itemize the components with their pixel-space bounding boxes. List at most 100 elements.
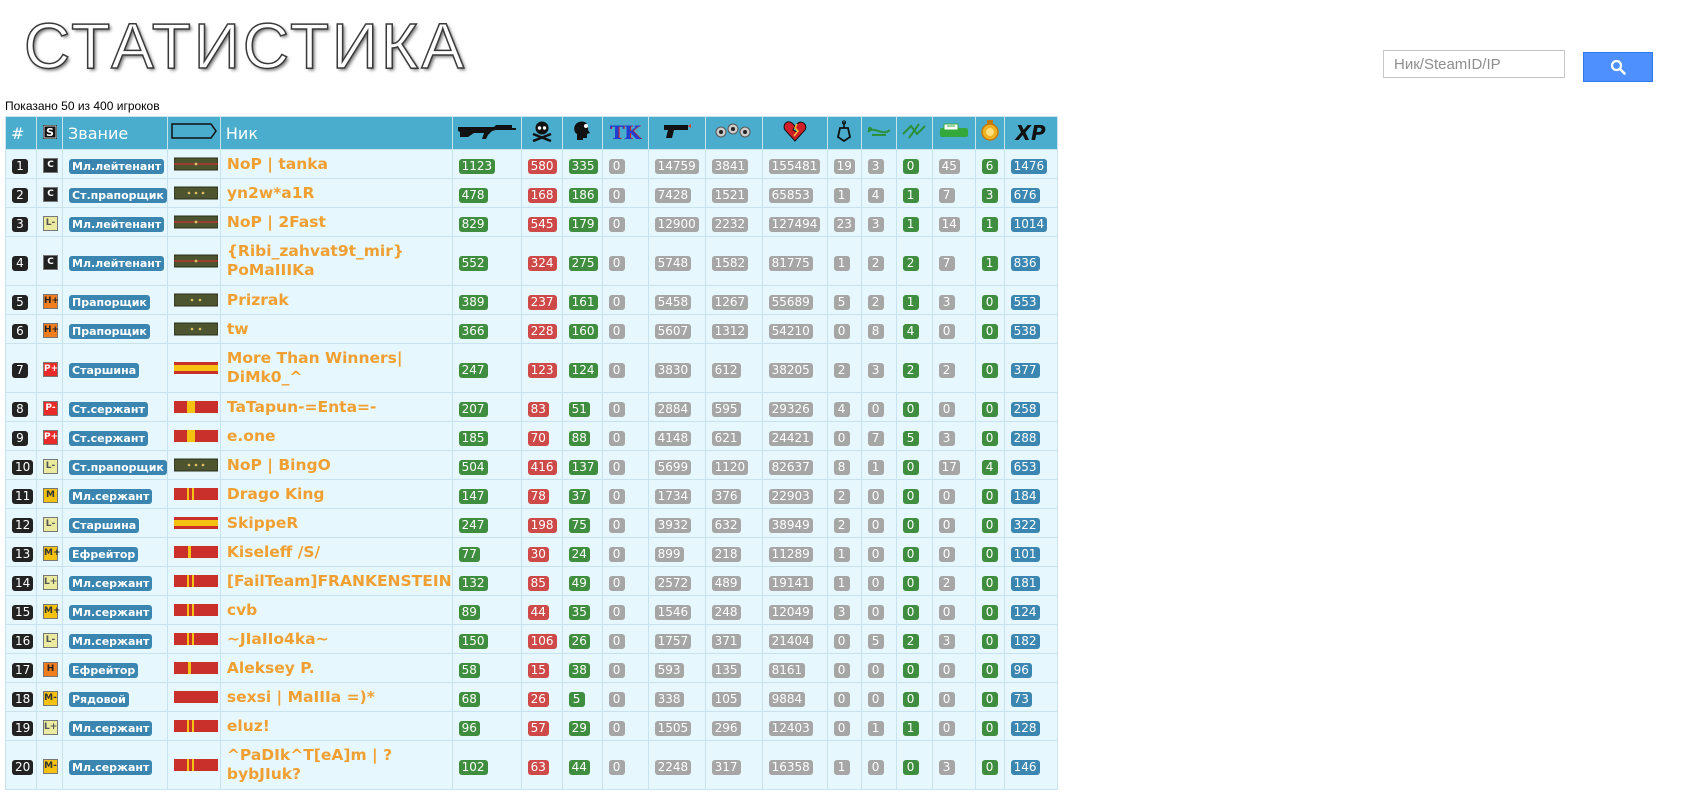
- suicides-badge: 0: [833, 691, 850, 707]
- headshots-badge: 44: [568, 759, 590, 775]
- wins-badge: 0: [981, 401, 998, 417]
- rank-label: Прапорщик: [69, 323, 150, 339]
- table-row[interactable]: 15 M+ Мл.сержант cvb 89 44 35 0 1546 248 12049 3 0 0 0…: [5, 595, 1058, 625]
- cell-num: 10: [5, 450, 37, 480]
- cell-kills: 77: [451, 537, 522, 567]
- bomb-explosions-badge: 45: [938, 158, 960, 174]
- col-header-rank[interactable]: Звание: [62, 116, 168, 150]
- cell-hits: 1521: [704, 178, 763, 208]
- table-row[interactable]: 14 L+ Мл.сержант [FailTeam]FRANKENSTEIN 132 8…: [5, 566, 1058, 596]
- col-header-shots[interactable]: [647, 116, 706, 150]
- player-nick-link[interactable]: TaTapun-=Enta=-: [227, 398, 452, 417]
- col-header-skill[interactable]: S: [36, 116, 63, 150]
- cell-nick: {Ribi_zahvat9t_mir} PoMaIIIKa: [219, 236, 453, 286]
- search-button[interactable]: [1583, 52, 1653, 82]
- shots-badge: 593: [654, 662, 684, 678]
- table-row[interactable]: 19 L+ Мл.сержант eluz! 96 57 29 0 1505 296 12403 0 1…: [5, 711, 1058, 741]
- cell-skill: M-: [36, 740, 63, 790]
- player-nick-link[interactable]: tw: [227, 320, 452, 339]
- cell-kills: 389: [451, 285, 522, 315]
- cell-nick: yn2w*a1R: [219, 178, 453, 208]
- player-nick-link[interactable]: SkippeR: [227, 514, 452, 533]
- rank-label: Рядовой: [69, 691, 129, 707]
- player-nick-link[interactable]: Aleksey P.: [227, 659, 452, 678]
- col-header-teamkills[interactable]: TK: [601, 116, 649, 150]
- table-row[interactable]: 6 H+ Прапорщик tw 366 228 160 0 5607 1312 54210 0 8 4…: [5, 314, 1058, 344]
- player-nick-link[interactable]: e.one: [227, 427, 452, 446]
- col-header-bomb-explosions[interactable]: [931, 116, 976, 150]
- col-header-deaths[interactable]: [520, 116, 563, 150]
- table-row[interactable]: 9 P+ Ст.сержант e.one 185 70 88 0 4148 621 24421 0 7…: [5, 421, 1058, 451]
- col-header-kills[interactable]: [451, 116, 522, 150]
- player-nick-link[interactable]: Prizrak: [227, 291, 452, 310]
- cell-teamkills: 0: [601, 421, 649, 451]
- table-row[interactable]: 11 M Мл.сержант Drago King 147 78 37 0 1734 376 22…: [5, 479, 1058, 509]
- col-header-bomb-defuses[interactable]: [895, 116, 933, 150]
- player-nick-link[interactable]: NoP | BingO: [227, 456, 452, 475]
- cell-teamkills: 0: [601, 178, 649, 208]
- bomb-explosions-badge: 0: [938, 517, 955, 533]
- cell-kills: 247: [451, 508, 522, 538]
- col-header-shoulder[interactable]: [166, 116, 221, 150]
- col-header-wins[interactable]: [974, 116, 1005, 150]
- player-nick-link[interactable]: Kiseleff /S/: [227, 543, 452, 562]
- table-row[interactable]: 3 L- Мл.лейтенант NoP | 2Fast 829 545 179 0 1290…: [5, 207, 1058, 237]
- cell-shots: 899: [647, 537, 706, 567]
- table-row[interactable]: 8 P- Ст.сержант TaTapun-=Enta=- 207 83 51 0 2884…: [5, 392, 1058, 422]
- player-nick-link[interactable]: yn2w*a1R: [227, 184, 452, 203]
- player-nick-link[interactable]: NoP | 2Fast: [227, 213, 452, 232]
- cell-bomb-explosions: 0: [931, 653, 976, 683]
- col-header-num[interactable]: #: [5, 116, 37, 150]
- cell-damage: 16358: [761, 740, 828, 790]
- col-header-nick[interactable]: Ник: [219, 116, 453, 150]
- table-row[interactable]: 18 M- Рядовой sexsi | MaIIIa =)* 68 26 5 0 338 10…: [5, 682, 1058, 712]
- player-nick-link[interactable]: Drago King: [227, 485, 452, 504]
- table-row[interactable]: 16 L- Мл.сержант ~JIaIIo4ka~ 150 106 26 0 1757 37…: [5, 624, 1058, 654]
- table-row[interactable]: 2 C Ст.прапорщик yn2w*a1R 478 168 186 0 7428 1521…: [5, 178, 1058, 208]
- suicides-badge: 19: [833, 158, 855, 174]
- rifle-icon: [457, 125, 516, 139]
- bomb-explosions-badge: 0: [938, 488, 955, 504]
- player-nick-link[interactable]: eluz!: [227, 717, 452, 736]
- player-nick-link[interactable]: ^PaDIk^T[eA]m | ?bybJIuk?: [227, 746, 452, 784]
- shoulder-strap-icon: [173, 517, 218, 529]
- player-nick-link[interactable]: More Than Winners| DiMk0_^: [227, 349, 452, 387]
- player-nick-link[interactable]: NoP | tanka: [227, 155, 452, 174]
- table-row[interactable]: 5 H+ Прапорщик Prizrak 389 237 161 0 5458 1267 556…: [5, 285, 1058, 315]
- table-row[interactable]: 12 L- Старшина SkippeR 247 198 75 0 3932 632 38949…: [5, 508, 1058, 538]
- table-row[interactable]: 1 C Мл.лейтенант NoP | tanka 1123 580 335 0 1475…: [5, 149, 1058, 179]
- search-input[interactable]: [1383, 50, 1565, 78]
- suicides-badge: 1: [833, 575, 850, 591]
- table-row[interactable]: 17 H Ефрейтор Aleksey P. 58 15 38 0 593 135 8161 0 0…: [5, 653, 1058, 683]
- col-header-bomb-plants[interactable]: [860, 116, 897, 150]
- col-header-suicides[interactable]: [826, 116, 862, 150]
- cell-nick: TaTapun-=Enta=-: [219, 392, 453, 422]
- table-row[interactable]: 4 C Мл.лейтенант {Ribi_zahvat9t_mir} PoMaII…: [5, 236, 1058, 286]
- col-header-headshots[interactable]: [561, 116, 603, 150]
- skill-level-icon: H+: [43, 322, 59, 338]
- table-row[interactable]: 13 M+ Ефрейтор Kiseleff /S/77 30 24 0 899 218 112…: [5, 537, 1058, 567]
- player-nick-link[interactable]: [FailTeam]FRANKENSTEIN: [227, 572, 452, 591]
- player-stats-table: # S Звание Ник TK XP 1 C Мл.лейтенант No…: [5, 116, 1058, 790]
- cell-rank: Старшина: [62, 508, 168, 538]
- player-nick-link[interactable]: {Ribi_zahvat9t_mir} PoMaIIIKa: [227, 242, 452, 280]
- skill-level-icon: L-: [43, 632, 58, 648]
- table-row[interactable]: 10 L- Ст.прапорщик NoP | BingO 504 416 137 0 569…: [5, 450, 1058, 480]
- cell-headshots: 161: [561, 285, 603, 315]
- skill-level-icon: L-: [43, 458, 58, 474]
- col-header-hits[interactable]: [704, 116, 763, 150]
- table-row[interactable]: 7 P+ Старшина More Than Winners| DiMk0_^ 247…: [5, 343, 1058, 393]
- col-header-xp[interactable]: XP: [1003, 116, 1058, 150]
- player-nick-link[interactable]: ~JIaIIo4ka~: [227, 630, 452, 649]
- hits-badge: 248: [711, 604, 741, 620]
- cell-headshots: 75: [561, 508, 603, 538]
- col-header-damage[interactable]: [761, 116, 828, 150]
- hits-badge: 135: [711, 662, 741, 678]
- table-row[interactable]: 20 M- Мл.сержант ^PaDIk^T[eA]m | ?bybJIuk? 1…: [5, 740, 1058, 790]
- cell-wins: 1: [974, 236, 1005, 286]
- cell-bomb-defuses: 1: [895, 711, 933, 741]
- cell-teamkills: 0: [601, 740, 649, 790]
- player-nick-link[interactable]: cvb: [227, 601, 452, 620]
- player-nick-link[interactable]: sexsi | MaIIIa =)*: [227, 688, 452, 707]
- cell-shoulder: [166, 450, 221, 480]
